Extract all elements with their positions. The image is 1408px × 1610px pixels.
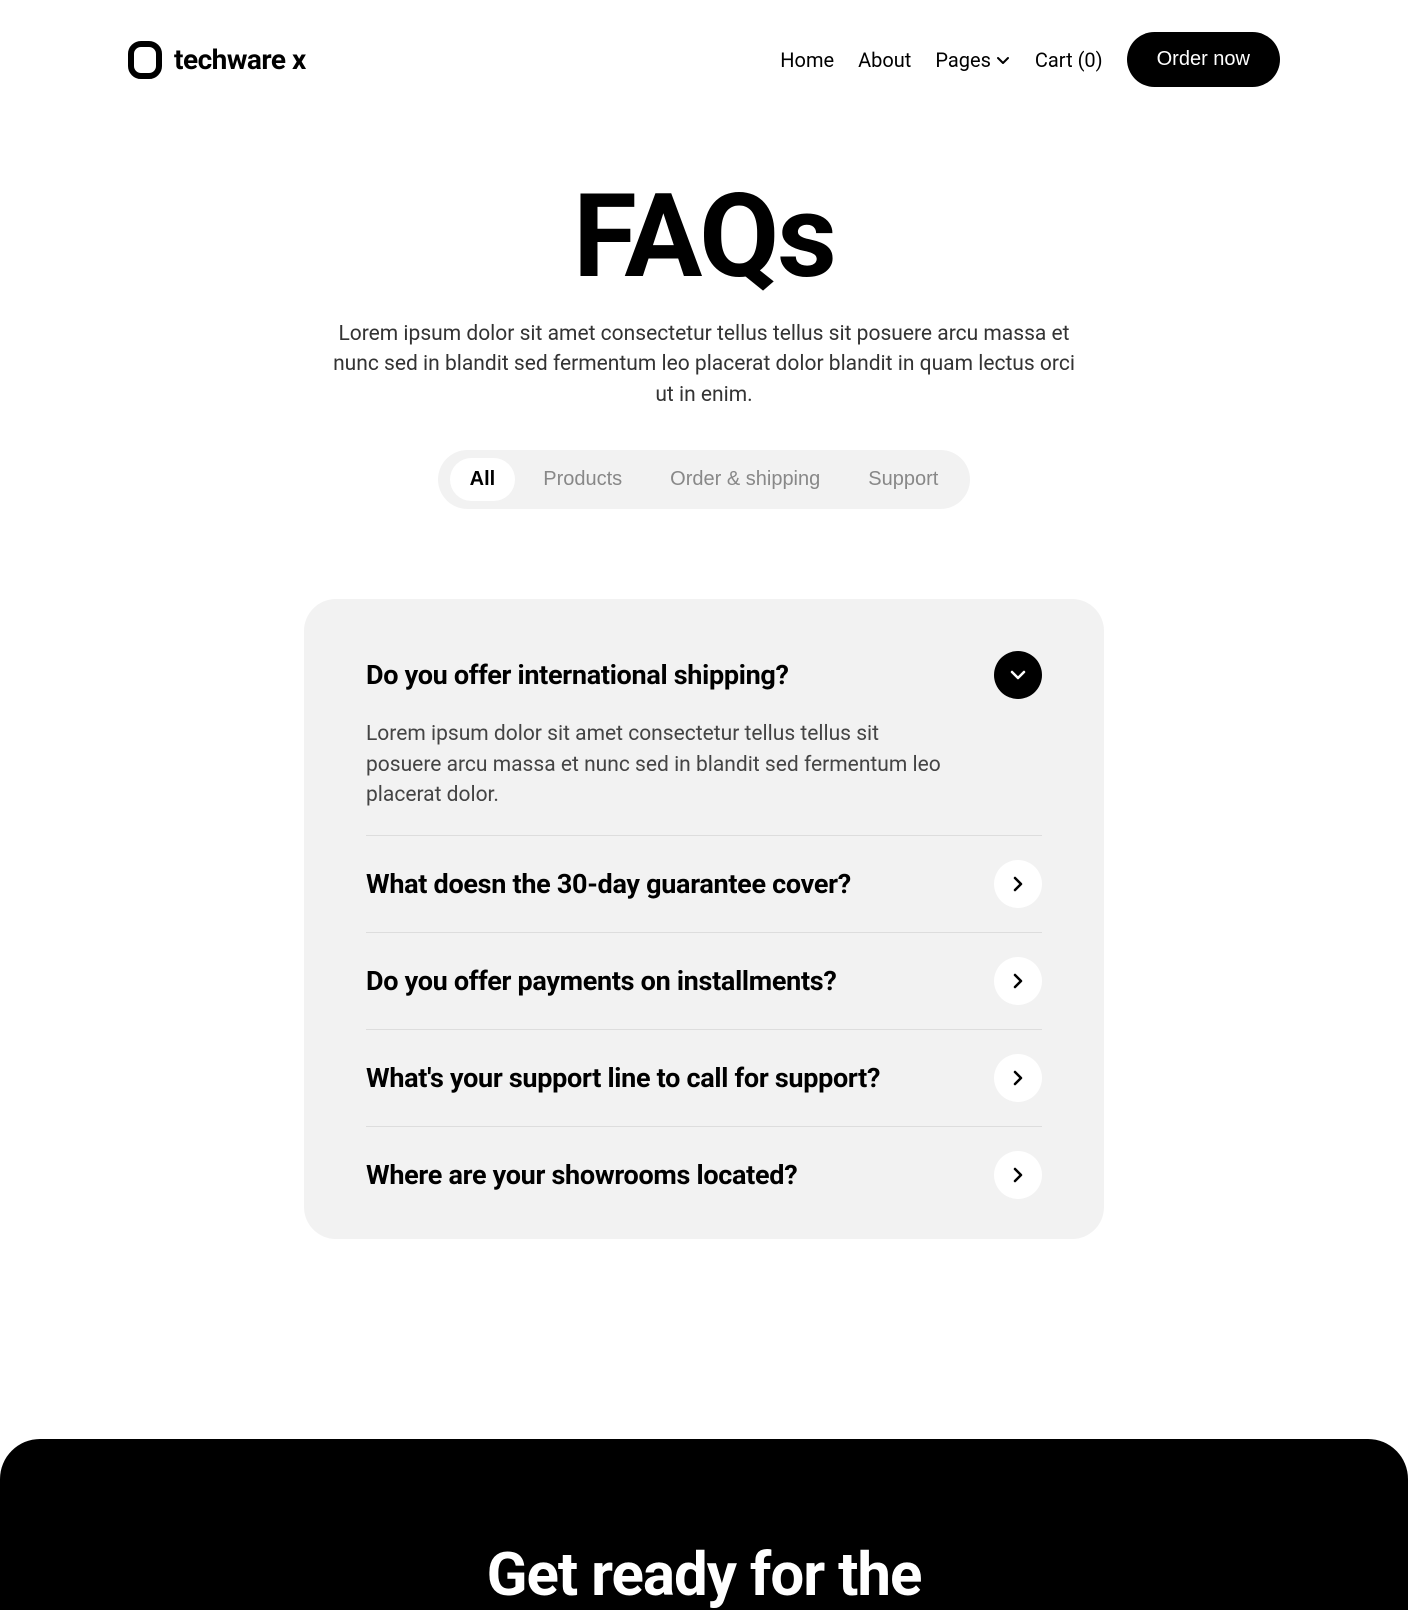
header: techware x Home About Pages Cart (0) Ord… — [128, 0, 1280, 119]
nav: Home About Pages Cart (0) Order now — [780, 32, 1280, 87]
faq-answer: Lorem ipsum dolor sit amet consectetur t… — [366, 719, 946, 810]
chevron-right-icon — [1009, 875, 1027, 893]
nav-cart[interactable]: Cart (0) — [1035, 48, 1103, 72]
tab-support[interactable]: Support — [848, 458, 958, 501]
faq-tabs: All Products Order & shipping Support — [438, 450, 971, 509]
faq-item: Do you offer international shipping? Lor… — [366, 651, 1042, 835]
logo[interactable]: techware x — [128, 41, 306, 79]
expand-button[interactable] — [994, 957, 1042, 1005]
footer-heading: Get ready for the — [64, 1539, 1344, 1610]
logo-text: techware x — [174, 43, 306, 76]
faq-list: Do you offer international shipping? Lor… — [304, 599, 1104, 1238]
faq-question: Do you offer international shipping? — [366, 659, 789, 691]
chevron-down-icon — [995, 52, 1011, 68]
expand-button[interactable] — [994, 1151, 1042, 1199]
expand-button[interactable] — [994, 1054, 1042, 1102]
faq-item: Do you offer payments on installments? — [366, 933, 1042, 1030]
faq-item: What's your support line to call for sup… — [366, 1030, 1042, 1127]
logo-icon — [128, 41, 162, 79]
faq-toggle-row[interactable]: Do you offer international shipping? — [366, 651, 1042, 699]
order-now-button[interactable]: Order now — [1127, 32, 1280, 87]
footer-cta: Get ready for the — [0, 1439, 1408, 1610]
page-subtitle: Lorem ipsum dolor sit amet consectetur t… — [324, 319, 1084, 410]
faq-question: What doesn the 30-day guarantee cover? — [366, 868, 851, 900]
chevron-right-icon — [1009, 1166, 1027, 1184]
nav-about[interactable]: About — [858, 48, 911, 72]
faq-question: Where are your showrooms located? — [366, 1159, 797, 1191]
tab-all[interactable]: All — [450, 458, 516, 501]
collapse-button[interactable] — [994, 651, 1042, 699]
chevron-down-icon — [1009, 666, 1027, 684]
faq-question: Do you offer payments on installments? — [366, 965, 837, 997]
expand-button[interactable] — [994, 860, 1042, 908]
faq-question: What's your support line to call for sup… — [366, 1062, 880, 1094]
nav-pages-label: Pages — [935, 48, 991, 72]
hero: FAQs Lorem ipsum dolor sit amet consecte… — [324, 119, 1084, 549]
faq-toggle-row[interactable]: What doesn the 30-day guarantee cover? — [366, 860, 1042, 908]
nav-home[interactable]: Home — [780, 48, 834, 72]
faq-item: Where are your showrooms located? — [366, 1127, 1042, 1199]
faq-item: What doesn the 30-day guarantee cover? — [366, 836, 1042, 933]
faq-toggle-row[interactable]: What's your support line to call for sup… — [366, 1054, 1042, 1102]
nav-pages[interactable]: Pages — [935, 48, 1011, 72]
tab-products[interactable]: Products — [523, 458, 642, 501]
page-title: FAQs — [324, 179, 1084, 295]
tab-order-shipping[interactable]: Order & shipping — [650, 458, 840, 501]
faq-toggle-row[interactable]: Where are your showrooms located? — [366, 1151, 1042, 1199]
chevron-right-icon — [1009, 972, 1027, 990]
chevron-right-icon — [1009, 1069, 1027, 1087]
faq-toggle-row[interactable]: Do you offer payments on installments? — [366, 957, 1042, 1005]
